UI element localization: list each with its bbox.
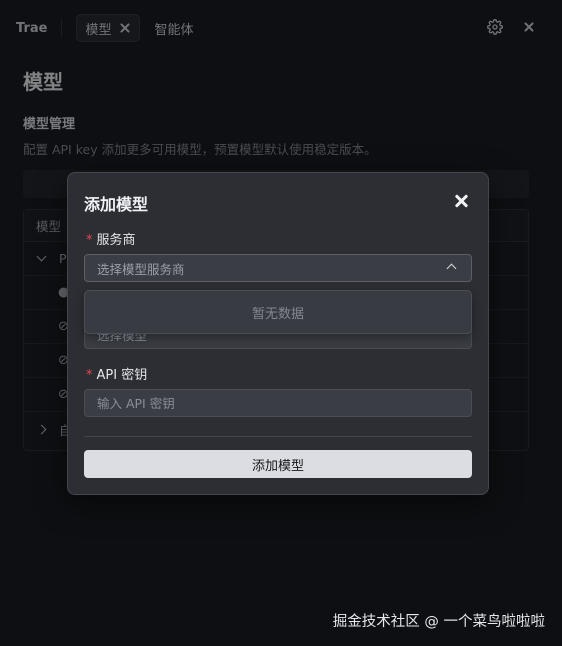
close-icon[interactable]	[454, 194, 468, 208]
provider-placeholder: 选择模型服务商	[97, 261, 185, 277]
apikey-label-text: API 密钥	[96, 368, 148, 383]
required-mark: *	[86, 233, 93, 248]
add-model-dialog: 添加模型 *服务商 选择模型服务商 选择模型 暂无数据 *API 密钥 添加模型	[67, 172, 489, 495]
dialog-title: 添加模型	[84, 195, 149, 214]
empty-state-text: 暂无数据	[251, 306, 304, 322]
required-mark: *	[86, 368, 93, 383]
apikey-label: * API 密钥	[86, 364, 147, 383]
provider-label-text: 服务商	[96, 233, 136, 248]
watermark-text: 掘金技术社区 @ 一个菜鸟啦啦啦	[332, 614, 545, 630]
add-model-button[interactable]: 添加模型	[84, 450, 472, 478]
provider-dropdown: 暂无数据	[84, 290, 472, 334]
divider	[84, 436, 472, 437]
provider-select[interactable]: 选择模型服务商	[84, 254, 472, 282]
provider-label: * 服务商	[86, 229, 136, 248]
chevron-up-icon	[446, 263, 457, 274]
apikey-input[interactable]	[84, 389, 472, 417]
